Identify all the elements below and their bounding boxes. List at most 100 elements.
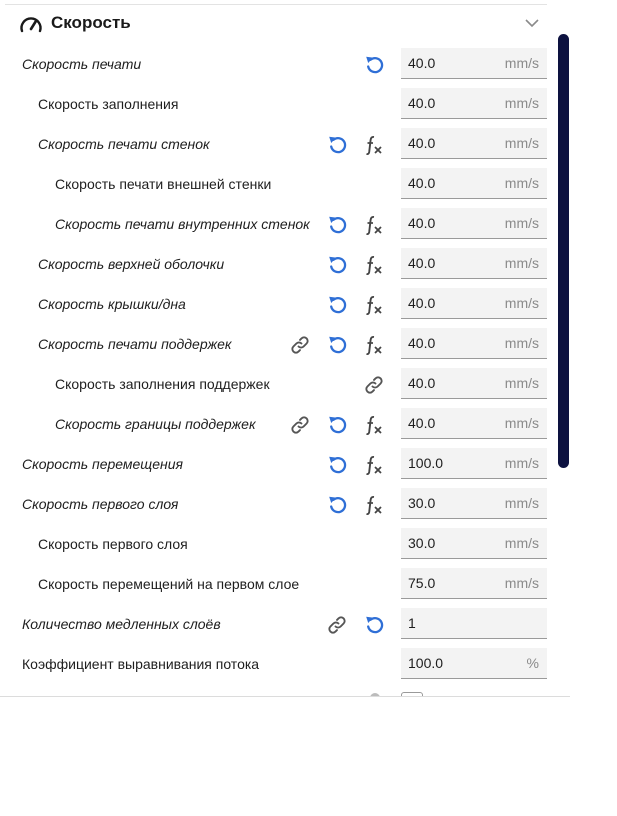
link-icon[interactable]: [288, 333, 312, 357]
value-field[interactable]: 40.0 mm/s: [401, 288, 547, 319]
setting-label: Скорость первого слоя: [38, 536, 188, 552]
reset-icon[interactable]: [325, 453, 349, 477]
fx-icon[interactable]: [362, 453, 386, 477]
setting-label: Скорость печати внутренних стенок: [55, 216, 310, 232]
reset-icon[interactable]: [325, 493, 349, 517]
field-unit: mm/s: [504, 175, 539, 191]
fx-icon[interactable]: [362, 493, 386, 517]
section-header[interactable]: Скорость: [18, 10, 548, 40]
field-unit: mm/s: [504, 455, 539, 471]
value-field[interactable]: 100.0%: [401, 648, 547, 679]
reset-icon[interactable]: [325, 213, 349, 237]
divider: [0, 696, 570, 697]
field-unit: mm/s: [504, 255, 539, 271]
value-field[interactable]: 40.0 mm/s: [401, 128, 547, 159]
reset-icon[interactable]: [325, 133, 349, 157]
reset-icon[interactable]: [325, 333, 349, 357]
value-field[interactable]: 40.0 mm/s: [401, 248, 547, 279]
setting-row-outer-wall-speed: Скорость печати внешней стенки 40.0 mm/s: [0, 168, 548, 200]
setting-row-support-border-speed: Скорость границы поддержек 40.0 mm/s: [0, 408, 548, 440]
field-unit: mm/s: [504, 295, 539, 311]
fx-icon[interactable]: [362, 253, 386, 277]
value-field[interactable]: 40.0 mm/s: [401, 48, 547, 79]
fx-icon[interactable]: [362, 133, 386, 157]
value-field[interactable]: 1: [401, 608, 547, 639]
setting-label: Скорость верхней оболочки: [38, 256, 225, 272]
value-field[interactable]: 30.0 mm/s: [401, 528, 547, 559]
value-field[interactable]: 40.0 mm/s: [401, 168, 547, 199]
setting-label: Коэффициент выравнивания потока: [22, 656, 260, 672]
setting-row-top-skin-speed: Скорость верхней оболочки 40.0 mm/s: [0, 248, 548, 280]
setting-label: Скорость крышки/дна: [38, 296, 186, 312]
setting-row-print-speed: Скорость печати 40.0 mm/s: [0, 48, 548, 80]
fx-icon[interactable]: [362, 413, 386, 437]
setting-row-first-layer-print-speed: Скорость первого слоя 30.0 mm/s: [0, 528, 548, 560]
setting-label: Скорость печати поддержек: [38, 336, 232, 352]
gauge-icon: [20, 17, 42, 33]
value-field[interactable]: 100.0 mm/s: [401, 448, 547, 479]
field-value: 40.0: [408, 375, 436, 391]
divider: [5, 4, 547, 5]
setting-row-support-infill-speed: Скорость заполнения поддержек 40.0 mm/s: [0, 368, 548, 400]
field-unit: mm/s: [504, 215, 539, 231]
setting-row-top-bottom-speed: Скорость крышки/дна 40.0 mm/s: [0, 288, 548, 320]
field-value: 100.0: [408, 655, 444, 671]
setting-label: Скорость заполнения: [38, 96, 179, 112]
setting-row-first-layer-speed: Скорость первого слоя 30.0 mm/s: [0, 488, 548, 520]
fx-icon[interactable]: [362, 293, 386, 317]
field-unit: mm/s: [504, 535, 539, 551]
value-field[interactable]: 40.0 mm/s: [401, 408, 547, 439]
fx-icon[interactable]: [362, 333, 386, 357]
value-field[interactable]: 40.0 mm/s: [401, 88, 547, 119]
section-title: Скорость: [51, 13, 131, 32]
setting-label: Количество медленных слоёв: [22, 616, 221, 632]
field-unit: mm/s: [504, 495, 539, 511]
chevron-down-icon[interactable]: [523, 14, 541, 32]
setting-row-infill-speed: Скорость заполнения 40.0 mm/s: [0, 88, 548, 120]
field-unit: mm/s: [504, 135, 539, 151]
field-unit: mm/s: [504, 415, 539, 431]
value-field[interactable]: 40.0 mm/s: [401, 368, 547, 399]
reset-icon[interactable]: [362, 613, 386, 637]
setting-label: Скорость перемещения: [22, 456, 183, 472]
field-value: 40.0: [408, 415, 436, 431]
value-field[interactable]: 40.0 mm/s: [401, 328, 547, 359]
link-icon[interactable]: [325, 613, 349, 637]
field-value: 40.0: [408, 135, 436, 151]
reset-icon[interactable]: [325, 293, 349, 317]
setting-label: Скорость печати стенок: [38, 136, 210, 152]
field-value: 1: [408, 615, 416, 631]
link-icon[interactable]: [288, 413, 312, 437]
setting-row-slow-layers: Количество медленных слоёв 1: [0, 608, 548, 640]
setting-row-travel-speed: Скорость перемещения 100.0 mm/s: [0, 448, 548, 480]
field-value: 100.0: [408, 455, 444, 471]
field-value: 40.0: [408, 55, 436, 71]
value-field[interactable]: 75.0 mm/s: [401, 568, 547, 599]
field-unit: %: [526, 655, 539, 671]
field-unit: mm/s: [504, 95, 539, 111]
field-value: 40.0: [408, 295, 436, 311]
setting-row-wall-speed: Скорость печати стенок 40.0 mm/s: [0, 128, 548, 160]
setting-label: Скорость заполнения поддержек: [55, 376, 270, 392]
fx-icon[interactable]: [362, 213, 386, 237]
setting-row-inner-wall-speed: Скорость печати внутренних стенок 40.0 mm…: [0, 208, 548, 240]
reset-icon[interactable]: [362, 53, 386, 77]
field-value: 30.0: [408, 495, 436, 511]
setting-label: Скорость первого слоя: [22, 496, 179, 512]
field-value: 40.0: [408, 95, 436, 111]
setting-row-support-speed: Скорость печати поддержек 40.0 mm/s: [0, 328, 548, 360]
settings-panel: Скорость Скорость печати 40.0 mm/s Скорос…: [0, 0, 570, 697]
reset-icon[interactable]: [325, 413, 349, 437]
value-field[interactable]: 30.0 mm/s: [401, 488, 547, 519]
setting-label: Скорость перемещений на первом слое: [38, 576, 300, 592]
link-icon[interactable]: [362, 373, 386, 397]
value-field[interactable]: 40.0 mm/s: [401, 208, 547, 239]
field-unit: mm/s: [504, 335, 539, 351]
field-value: 30.0: [408, 535, 436, 551]
setting-row-flow-equalization: Коэффициент выравнивания потока 100.0%: [0, 648, 548, 680]
reset-icon[interactable]: [325, 253, 349, 277]
field-unit: mm/s: [504, 55, 539, 71]
setting-row-first-layer-travel-speed: Скорость перемещений на первом слое 75.0…: [0, 568, 548, 600]
setting-label: Скорость печати: [22, 56, 142, 72]
scrollbar-thumb[interactable]: [558, 34, 569, 468]
